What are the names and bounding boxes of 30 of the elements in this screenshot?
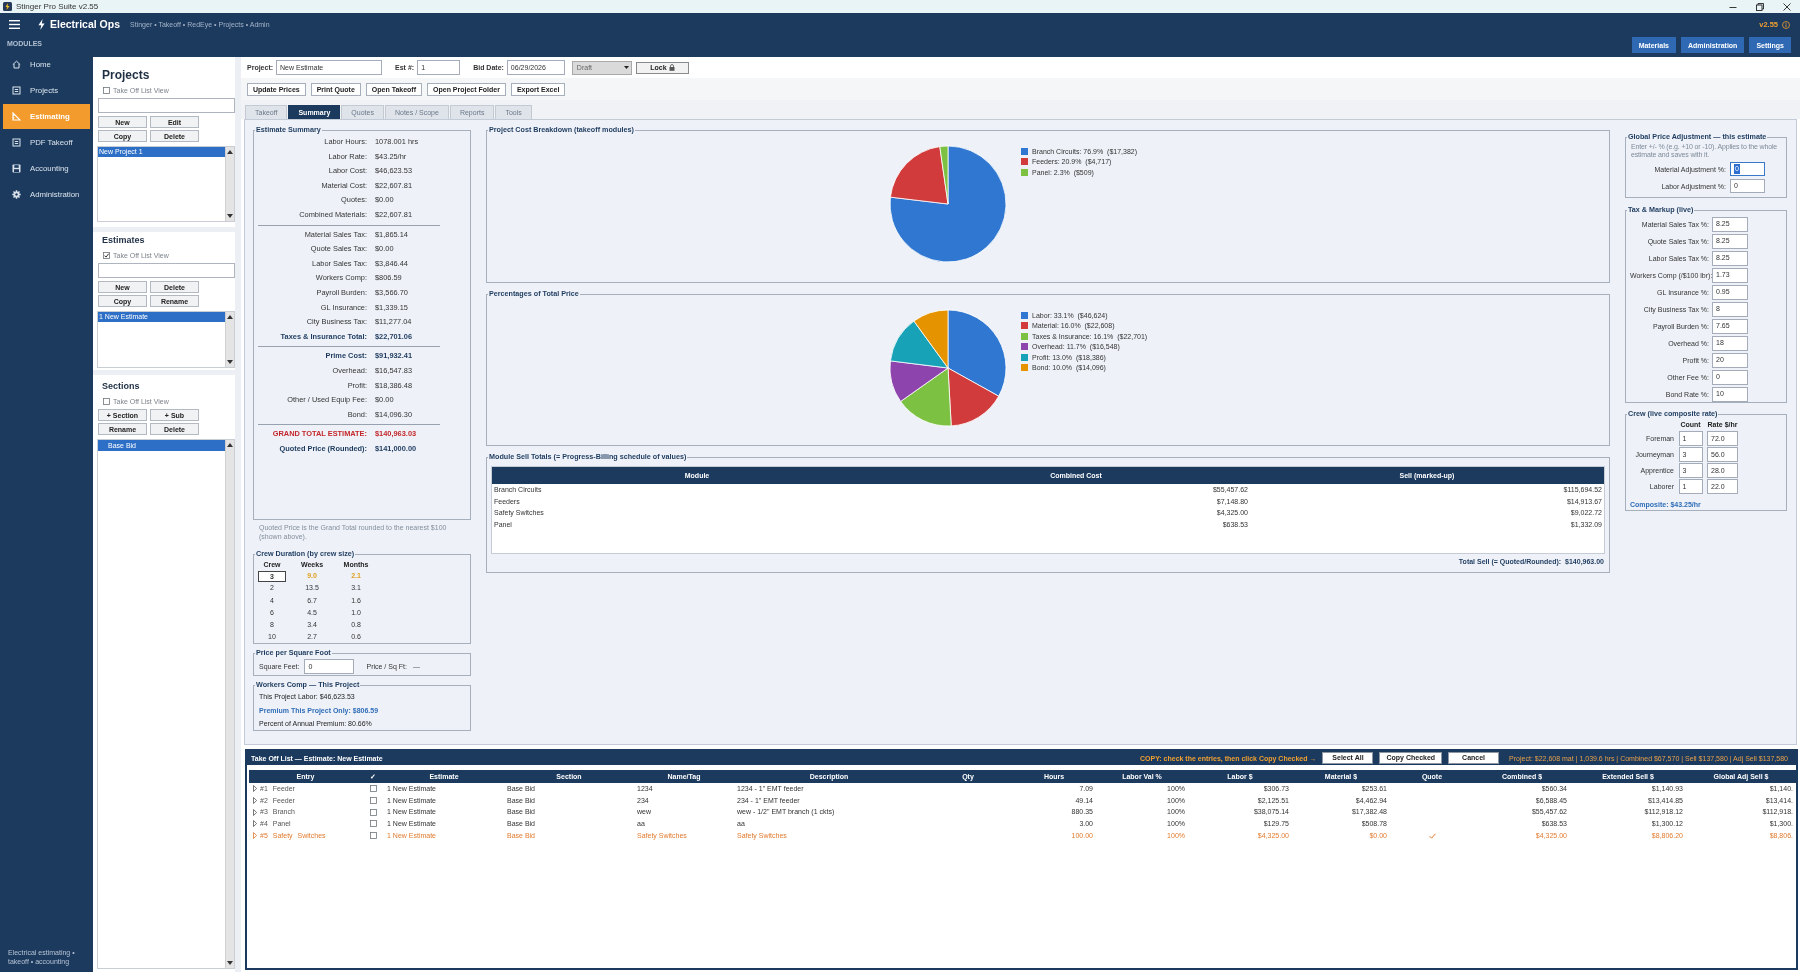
scrollbar[interactable] [225, 312, 234, 367]
lock-icon [668, 64, 675, 71]
gear-icon [12, 189, 21, 199]
checkbox[interactable] [103, 251, 110, 259]
panel-heading: Projects [101, 68, 151, 82]
checkbox[interactable] [369, 785, 377, 793]
scrollbar[interactable] [225, 147, 234, 221]
info-icon[interactable] [1782, 20, 1790, 29]
menu-icon[interactable] [9, 20, 20, 29]
document-icon [12, 137, 21, 147]
checkbox[interactable] [369, 808, 377, 816]
panel-heading: Sections [101, 380, 141, 393]
app-icon [3, 2, 12, 11]
panel-heading: Estimates [101, 234, 146, 247]
close-icon[interactable] [1782, 2, 1791, 11]
document-icon [12, 85, 21, 95]
restore-icon[interactable] [1755, 2, 1764, 11]
checkbox[interactable] [103, 397, 110, 405]
checkbox[interactable] [369, 797, 377, 805]
scrollbar[interactable] [225, 440, 234, 968]
checkbox[interactable] [103, 86, 110, 94]
home-icon [12, 59, 21, 69]
app-name: Electrical Ops [50, 18, 121, 31]
caret-icon [623, 66, 629, 69]
bolt-icon [38, 19, 45, 30]
window-title: Stinger Pro Suite v2.55 [16, 1, 99, 12]
checkbox[interactable] [369, 820, 377, 828]
filter-field[interactable] [98, 263, 235, 278]
filter-field[interactable] [98, 98, 235, 113]
checkbox[interactable] [369, 832, 377, 840]
